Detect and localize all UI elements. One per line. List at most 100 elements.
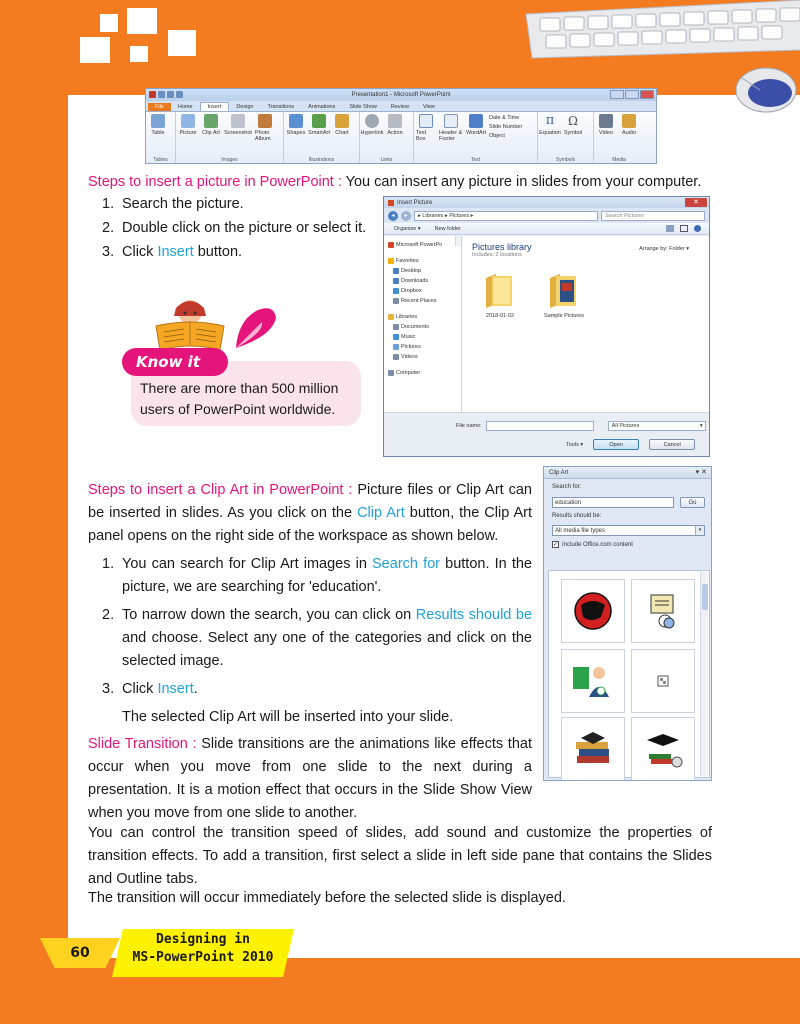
nav-item: Dropbox (388, 286, 459, 296)
nav-item-icon (393, 334, 399, 340)
new-folder-button: New folder (434, 225, 461, 232)
clip-art-button: Clip Art (201, 114, 221, 157)
action-label: Action (387, 130, 403, 136)
ribbon-groups: Table Tables Picture Clip Art Screenshot… (146, 111, 656, 163)
decor-square (127, 8, 157, 34)
pi-icon: π (545, 113, 555, 128)
group-label: Images (221, 157, 238, 163)
group-symbols: π Equation Ω Symbol Symbols (538, 112, 594, 163)
step-number: 1. (102, 556, 115, 572)
nav-item-label: Downloads (401, 278, 429, 284)
sample-pictures-folder-icon (550, 274, 577, 308)
symbol-button: Ω Symbol (563, 114, 583, 157)
arrange-by: Arrange by: Folder ▾ (639, 246, 689, 252)
photo-album-icon (258, 114, 272, 128)
close-icon: ✕ (701, 469, 707, 476)
section1-intro-text: You can insert any picture in slides fro… (341, 174, 702, 190)
chevron-down-icon: ▾ (695, 526, 704, 535)
shapes-icon (289, 114, 303, 128)
results-type-value: All media file types (555, 528, 606, 534)
save-icon (158, 91, 165, 98)
search-for-label: Search for: (552, 484, 582, 490)
nav-item: Pictures (388, 342, 459, 352)
section2-note: The selected Clip Art will be inserted i… (122, 709, 454, 725)
close-icon: ✕ (685, 198, 707, 207)
action-button: Action (385, 114, 405, 157)
file-type-value: All Pictures (611, 423, 640, 429)
text-box-icon (419, 114, 433, 128)
include-office-content: ✓ Include Office.com content (552, 541, 633, 548)
nav-item-label: Libraries (396, 314, 418, 320)
open-button: Open (593, 439, 640, 450)
decor-square (130, 46, 148, 62)
know-it-text: There are more than 500 million users of… (140, 380, 339, 417)
step-number: 1. (102, 196, 115, 212)
smartart-button: SmartArt (308, 114, 330, 157)
wordart-icon (469, 114, 483, 128)
nav-item-icon (393, 278, 399, 284)
clip-result-item (561, 649, 625, 713)
step-number: 2. (102, 607, 115, 623)
nav-item: Recent Places (388, 296, 459, 306)
step-text: Search the picture. (122, 196, 244, 212)
audio-label: Audio (621, 130, 637, 136)
back-arrow-icon: ◂ (388, 210, 398, 221)
address-bar: ◂ ▸ ▸ Libraries ▸ Pictures ▸ Search Pict… (384, 208, 709, 223)
reading-kid-illustration (155, 300, 225, 351)
chevron-down-icon: ▾ (699, 423, 703, 429)
section1-heading: Steps to insert a picture in PowerPoint … (88, 174, 342, 190)
step-text: You can search for Clip Art images in (122, 556, 373, 572)
header-footer-label: Header & Footer (439, 130, 463, 142)
nav-item: Music (388, 332, 459, 342)
clip-results-grid (548, 570, 710, 780)
nav-item: Videos (388, 352, 459, 362)
audio-icon (622, 114, 636, 128)
chart-label: Chart (335, 130, 349, 136)
clip-art-title: Clip Art (549, 469, 569, 476)
nav-item-icon (388, 314, 394, 320)
help-icon (694, 225, 701, 232)
nav-item: Downloads (388, 276, 459, 286)
picture-label: Picture (179, 130, 197, 136)
dialog-title-bar: Insert Picture ✕ (384, 197, 709, 208)
search-for-highlight: Search for (372, 556, 441, 572)
section1-step: 3. Click Insert button. (102, 241, 242, 264)
text-box-label: Text Box (416, 130, 427, 142)
nav-item-label: Videos (401, 354, 418, 360)
section2-heading: Steps to insert a Clip Art in PowerPoint… (88, 482, 353, 498)
know-it-tag: Know it (122, 348, 228, 376)
maximize-icon (625, 90, 639, 99)
go-button: Go (680, 497, 705, 508)
group-label: Media (612, 157, 626, 163)
section2-intro: Steps to insert a Clip Art in PowerPoint… (88, 479, 532, 548)
nav-item-label: Computer (396, 370, 421, 376)
nav-item-icon (388, 370, 394, 376)
nav-item-icon (388, 258, 394, 264)
group-label: Tables (153, 157, 168, 163)
nav-item-icon (393, 298, 399, 304)
search-field: Search Pictures (601, 210, 705, 221)
step-number: 2. (102, 220, 115, 236)
insert-picture-dialog: Insert Picture ✕ ◂ ▸ ▸ Libraries ▸ Pictu… (383, 196, 710, 457)
dialog-footer: File name: All Pictures ▾ Tools ▾ Open Ca… (384, 412, 709, 456)
step-text: Double click on the picture or select it… (122, 220, 367, 236)
checkbox-icon: ✓ (552, 541, 559, 548)
step-text: Click (122, 681, 158, 697)
nav-scrollbar (455, 236, 461, 246)
group-illustrations: Shapes SmartArt Chart Illustrations (284, 112, 360, 163)
header-footer-button: Header & Footer (439, 114, 463, 157)
step-text: . (193, 681, 198, 697)
clip-result-item (631, 579, 695, 643)
table-button: Table (148, 114, 168, 157)
section1-step: 2. Double click on the picture or select … (102, 217, 366, 240)
mouse-illustration (735, 67, 797, 113)
hyperlink-button: Hyperlink (361, 114, 383, 157)
view-buttons (666, 225, 701, 232)
section2-step: 3. Click Insert. (102, 678, 198, 701)
smartart-icon (312, 114, 326, 128)
date-time-label: Date & Time (489, 115, 520, 121)
folder-name: 2018-01-02 (485, 313, 515, 319)
smartart-label: SmartArt (308, 130, 330, 136)
clip-result-item (561, 579, 625, 643)
nav-item-icon (393, 324, 399, 330)
